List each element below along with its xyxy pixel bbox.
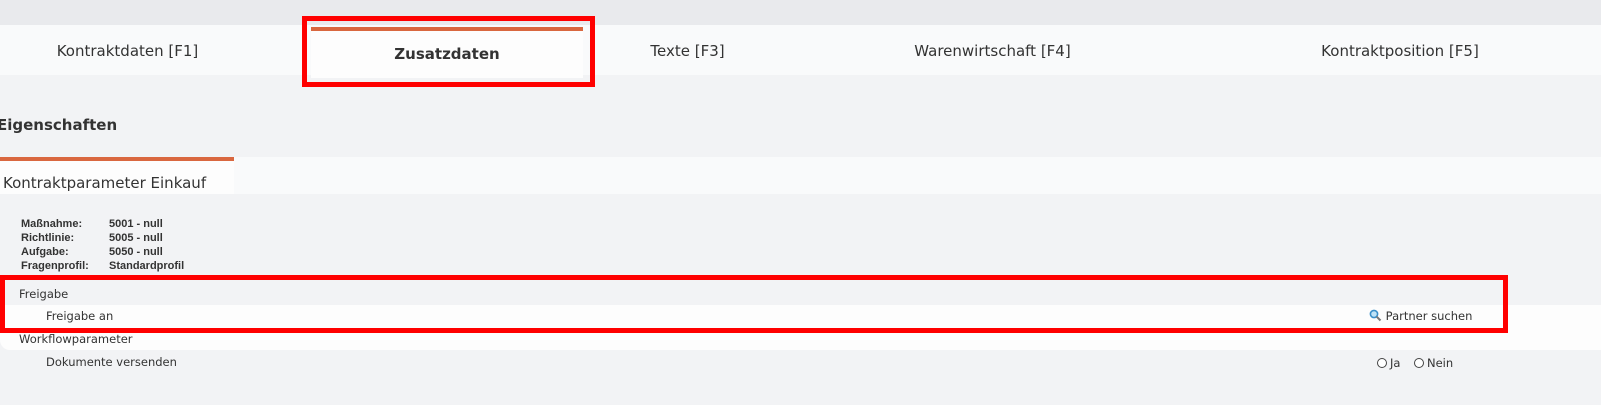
tab-label: Warenwirtschaft [F4] <box>914 42 1071 60</box>
tab-label: Texte [F3] <box>650 42 725 60</box>
radio-circle-icon[interactable] <box>1377 358 1387 368</box>
top-bar <box>0 0 1601 25</box>
tab-zusatzdaten[interactable]: Zusatzdaten <box>311 27 583 78</box>
subtab-bar <box>234 157 1601 194</box>
radio-nein-label: Nein <box>1427 356 1454 370</box>
workflow-section-label: Workflowparameter <box>19 332 133 346</box>
tab-label: Zusatzdaten <box>394 45 500 63</box>
property-key: Maßnahme: <box>21 218 83 230</box>
radio-ja-label: Ja <box>1390 356 1401 370</box>
radio-ja[interactable]: Ja <box>1377 356 1400 370</box>
property-key: Aufgabe: <box>21 246 69 258</box>
freigabe-row: Freigabe an <box>0 305 1601 327</box>
radio-circle-icon[interactable] <box>1414 358 1424 368</box>
workflow-row: Dokumente versenden <box>0 350 1601 374</box>
tab-label: Kontraktdaten [F1] <box>56 42 199 60</box>
property-key: Richtlinie: <box>21 232 75 244</box>
tab-warenwirtschaft[interactable]: Warenwirtschaft [F4] <box>840 25 1145 77</box>
radio-nein[interactable]: Nein <box>1414 356 1453 370</box>
property-value: 5001 - null <box>109 218 163 230</box>
section-title: Eigenschaften <box>0 116 118 134</box>
tab-kontraktdaten[interactable]: Kontraktdaten [F1] <box>0 25 255 77</box>
workflow-row-label: Dokumente versenden <box>46 355 177 369</box>
property-row: Richtlinie: 5005 - null <box>21 231 163 245</box>
subtab-kontraktparameter[interactable]: Kontraktparameter Einkauf <box>0 157 234 194</box>
tab-label: Kontraktposition [F5] <box>1321 42 1479 60</box>
tab-kontraktposition[interactable]: Kontraktposition [F5] <box>1250 25 1550 77</box>
property-value: Standardprofil <box>109 260 185 272</box>
property-value: 5050 - null <box>109 246 163 258</box>
workflow-section: Workflowparameter <box>0 327 1601 350</box>
property-value: 5005 - null <box>109 232 163 244</box>
property-row: Fragenprofil: Standardprofil <box>21 259 184 273</box>
subtab-label: Kontraktparameter Einkauf <box>3 174 207 192</box>
property-row: Aufgabe: 5050 - null <box>21 245 163 259</box>
tab-texte[interactable]: Texte [F3] <box>590 25 785 77</box>
partner-search-label: Partner suchen <box>1385 309 1473 323</box>
freigabe-row-label: Freigabe an <box>46 309 114 323</box>
freigabe-section: Freigabe <box>0 283 1601 305</box>
partner-search-button[interactable]: Partner suchen <box>1369 309 1472 323</box>
freigabe-section-label: Freigabe <box>19 287 69 301</box>
property-key: Fragenprofil: <box>21 260 89 272</box>
property-row: Maßnahme: 5001 - null <box>21 217 163 231</box>
magnifier-icon <box>1369 309 1382 322</box>
